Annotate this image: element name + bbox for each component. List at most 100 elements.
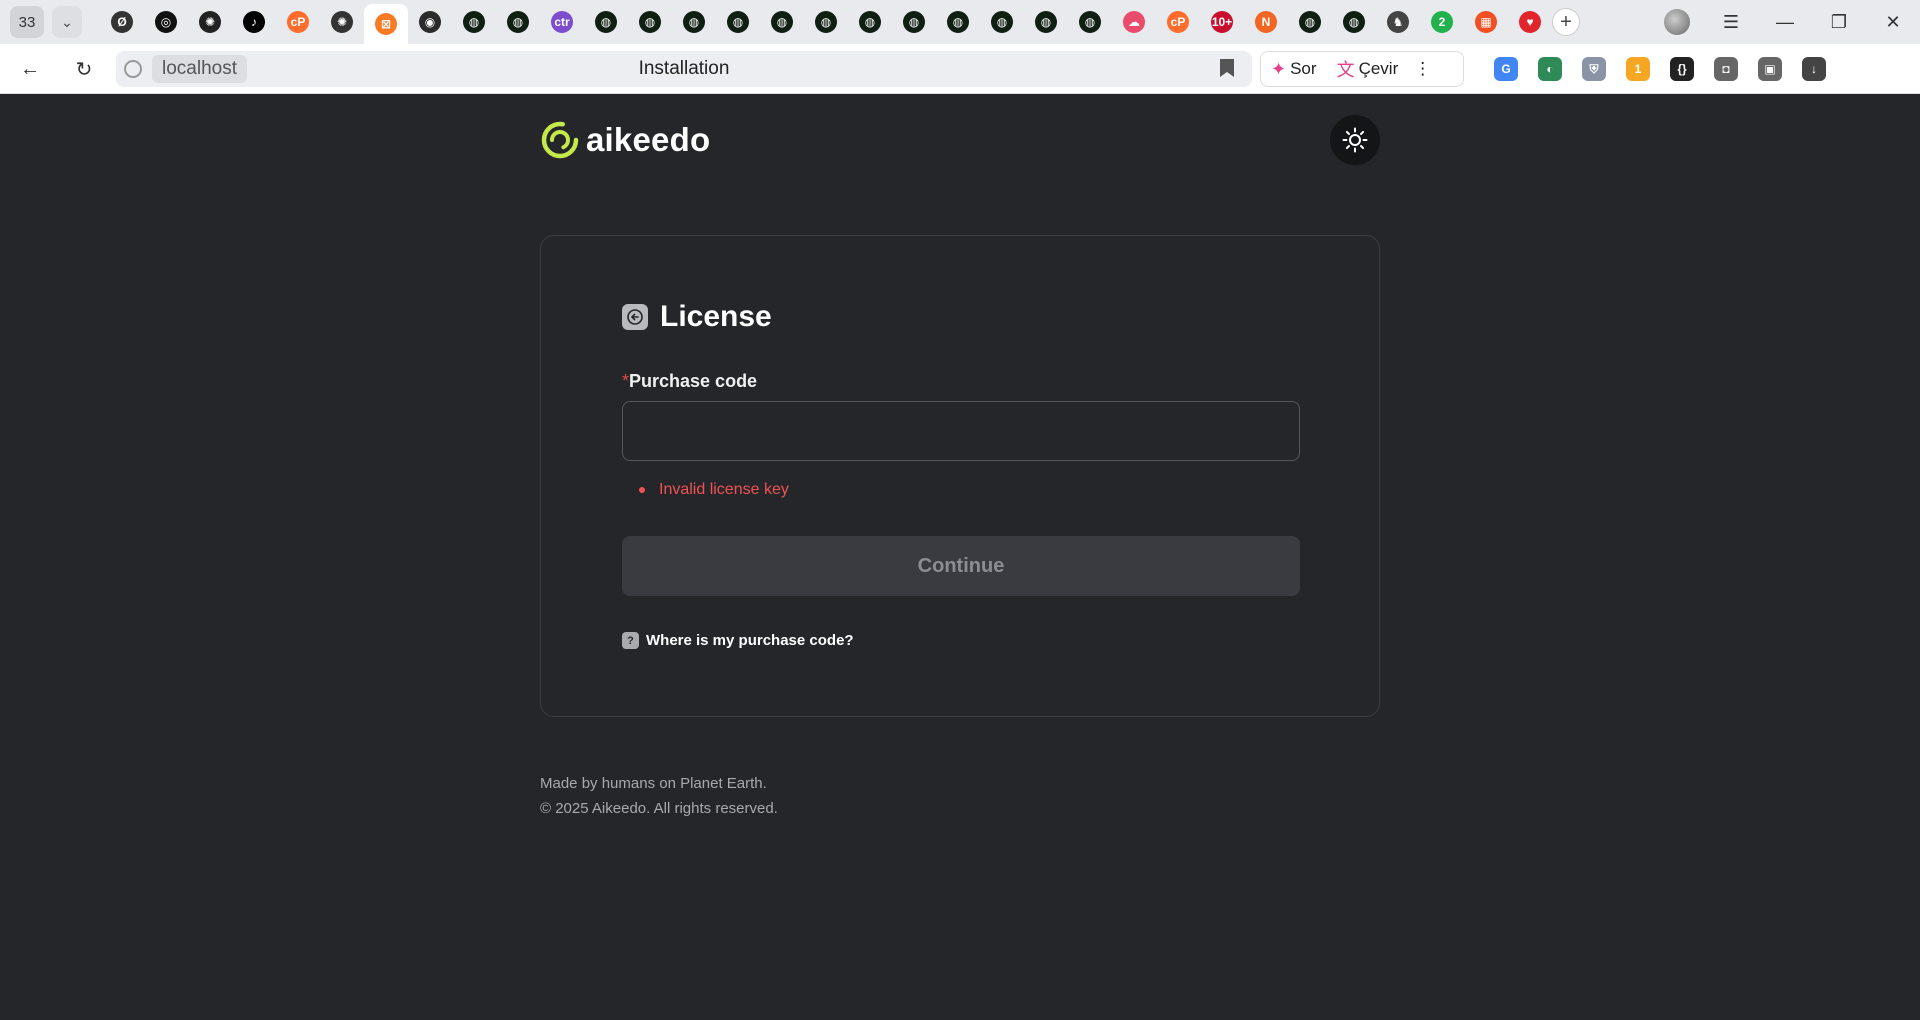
browser-tab[interactable]: ◍ (452, 0, 496, 44)
tab-cpanel-icon-2: cP (1167, 11, 1189, 33)
browser-tab[interactable]: cP (1156, 0, 1200, 44)
tab-bunny-icon: ♞ (1387, 11, 1409, 33)
translate-icon: 文 (1336, 60, 1355, 80)
reload-icon[interactable]: ↻ (68, 53, 100, 85)
tab-greenapp-icon-16: ◍ (1343, 11, 1365, 33)
browser-tab[interactable]: ▦ (1464, 0, 1508, 44)
sun-icon (1342, 127, 1368, 153)
close-window-icon[interactable]: ✕ (1866, 0, 1920, 44)
error-bullet (639, 487, 645, 493)
browser-tab[interactable]: ctr (540, 0, 584, 44)
browser-tab[interactable]: ◍ (496, 0, 540, 44)
aikeedo-logo-mark-icon (541, 121, 579, 159)
extension-button[interactable]: 1 (1616, 51, 1660, 87)
tab-greenapp-icon-3: ◍ (595, 11, 617, 33)
window-controls: ☰ — ❐ ✕ (1650, 0, 1920, 44)
tab-greenapp-icon-9: ◍ (859, 11, 881, 33)
extension-button[interactable]: ◘ (1704, 51, 1748, 87)
ai-more-icon[interactable]: ⋮ (1408, 59, 1437, 79)
theme-toggle-button[interactable] (1330, 115, 1380, 165)
purchase-code-label: *Purchase code (622, 371, 757, 392)
address-bar[interactable]: localhost Installation (116, 51, 1252, 87)
browser-tab[interactable]: ◍ (672, 0, 716, 44)
tab-orange-n-icon: N (1255, 11, 1277, 33)
browser-tab[interactable]: ◍ (892, 0, 936, 44)
card-header: License (622, 300, 772, 334)
ask-ai-button[interactable]: ✦ Sor (1261, 59, 1327, 80)
extension-button[interactable]: ⛨ (1572, 51, 1616, 87)
browser-tab[interactable]: ✺ (188, 0, 232, 44)
installation-page: aikeedo License *Purchase code Invalid l… (0, 95, 1920, 1020)
browser-tab[interactable]: ◎ (144, 0, 188, 44)
continue-button[interactable]: Continue (622, 536, 1300, 596)
browser-tab[interactable]: ♥ (1508, 0, 1552, 44)
browser-tab[interactable]: ◍ (1068, 0, 1112, 44)
tab-openai-icon: ✺ (199, 11, 221, 33)
browser-tab[interactable]: ◍ (936, 0, 980, 44)
browser-tab[interactable]: ◍ (1288, 0, 1332, 44)
extension-button[interactable]: ↓ (1792, 51, 1836, 87)
browser-tab[interactable]: ◍ (804, 0, 848, 44)
google-translate-icon: G (1494, 57, 1518, 81)
tab-tiktok-icon: ♪ (243, 11, 265, 33)
profile-avatar[interactable] (1650, 0, 1704, 44)
tab-greenapp-icon-13: ◍ (1035, 11, 1057, 33)
tab-greenapp-icon-10: ◍ (903, 11, 925, 33)
purchase-code-help-link[interactable]: ? Where is my purchase code? (622, 632, 854, 649)
browser-tab[interactable]: ◍ (980, 0, 1024, 44)
extension-button[interactable]: G (1484, 51, 1528, 87)
browser-tab[interactable]: ✺ (320, 0, 364, 44)
browser-tab[interactable]: N (1244, 0, 1288, 44)
brand-name: aikeedo (586, 121, 711, 158)
minimize-icon[interactable]: — (1758, 0, 1812, 44)
card-title: License (660, 300, 772, 333)
browser-tab[interactable]: ♪ (232, 0, 276, 44)
browser-tab[interactable]: 10+ (1200, 0, 1244, 44)
browser-tab[interactable]: ◍ (1332, 0, 1376, 44)
translate-button[interactable]: 文 Çevir (1327, 56, 1409, 82)
tab-perplexity-icon: Ø (111, 11, 133, 33)
browser-tab[interactable]: 2 (1420, 0, 1464, 44)
extension-button[interactable]: ◐ (1528, 51, 1572, 87)
browser-tab[interactable]: ◍ (760, 0, 804, 44)
browser-tab[interactable]: ⊠ (364, 4, 408, 44)
help-link-text: Where is my purchase code? (646, 632, 854, 649)
tab-count-button[interactable]: 33 (10, 6, 44, 38)
browser-tab-strip: 33 ⌄ Ø ◎ ✺ ♪ cP ✺ ⊠ ◉ ◍ ◍ ctr ◍ ◍ ◍ ◍ ◍ ◍ ◍ ◍ ◍ ◍ ◍ ◍ ☁ cP 10+ N ◍ ◍… (0, 0, 1920, 44)
browser-tab[interactable]: ◍ (848, 0, 892, 44)
browser-tab[interactable]: ♞ (1376, 0, 1420, 44)
browser-menu-icon[interactable]: ☰ (1704, 0, 1758, 44)
tab-list-chevron-icon[interactable]: ⌄ (52, 6, 82, 38)
extension-button[interactable]: ▣ (1748, 51, 1792, 87)
browser-tab[interactable]: ◍ (716, 0, 760, 44)
extension-button[interactable]: {} (1660, 51, 1704, 87)
browser-tab[interactable]: ◉ (408, 0, 452, 44)
browser-tab[interactable]: Ø (100, 0, 144, 44)
earth-extension-icon: ◐ (1538, 57, 1562, 81)
browser-tab[interactable]: ◍ (628, 0, 672, 44)
tab-greenapp-icon-4: ◍ (639, 11, 661, 33)
tab-chatgpt-icon: ◎ (155, 11, 177, 33)
footer-copyright: © 2025 Aikeedo. All rights reserved. (540, 800, 778, 817)
tab-greenapp-icon-5: ◍ (683, 11, 705, 33)
restore-icon[interactable]: ❐ (1812, 0, 1866, 44)
extension-toolbar: G ◐ ⛨ 1 {} ◘ ▣ ↓ (1484, 51, 1836, 87)
tab-greenapp-icon-15: ◍ (1299, 11, 1321, 33)
browser-tab[interactable]: ☁ (1112, 0, 1156, 44)
camera-icon: ◘ (1714, 57, 1738, 81)
tab-greenapp-icon-7: ◍ (771, 11, 793, 33)
browser-tab[interactable]: cP (276, 0, 320, 44)
back-button[interactable] (622, 304, 648, 330)
browser-tab[interactable]: ◍ (584, 0, 628, 44)
tab-badge-2-icon: 2 (1431, 11, 1453, 33)
ask-ai-label: Sor (1290, 59, 1317, 78)
purchase-code-input[interactable] (622, 401, 1300, 461)
aikeedo-logo[interactable]: aikeedo (540, 119, 710, 161)
back-arrow-icon[interactable]: ← (14, 53, 46, 85)
new-tab-button[interactable]: + (1552, 8, 1580, 36)
question-icon: ? (622, 632, 639, 649)
browser-tab[interactable]: ◍ (1024, 0, 1068, 44)
tab-cloud-icon: ☁ (1123, 11, 1145, 33)
ask-ai-icon: ✦ (1271, 58, 1287, 79)
tab-greenapp-icon-6: ◍ (727, 11, 749, 33)
